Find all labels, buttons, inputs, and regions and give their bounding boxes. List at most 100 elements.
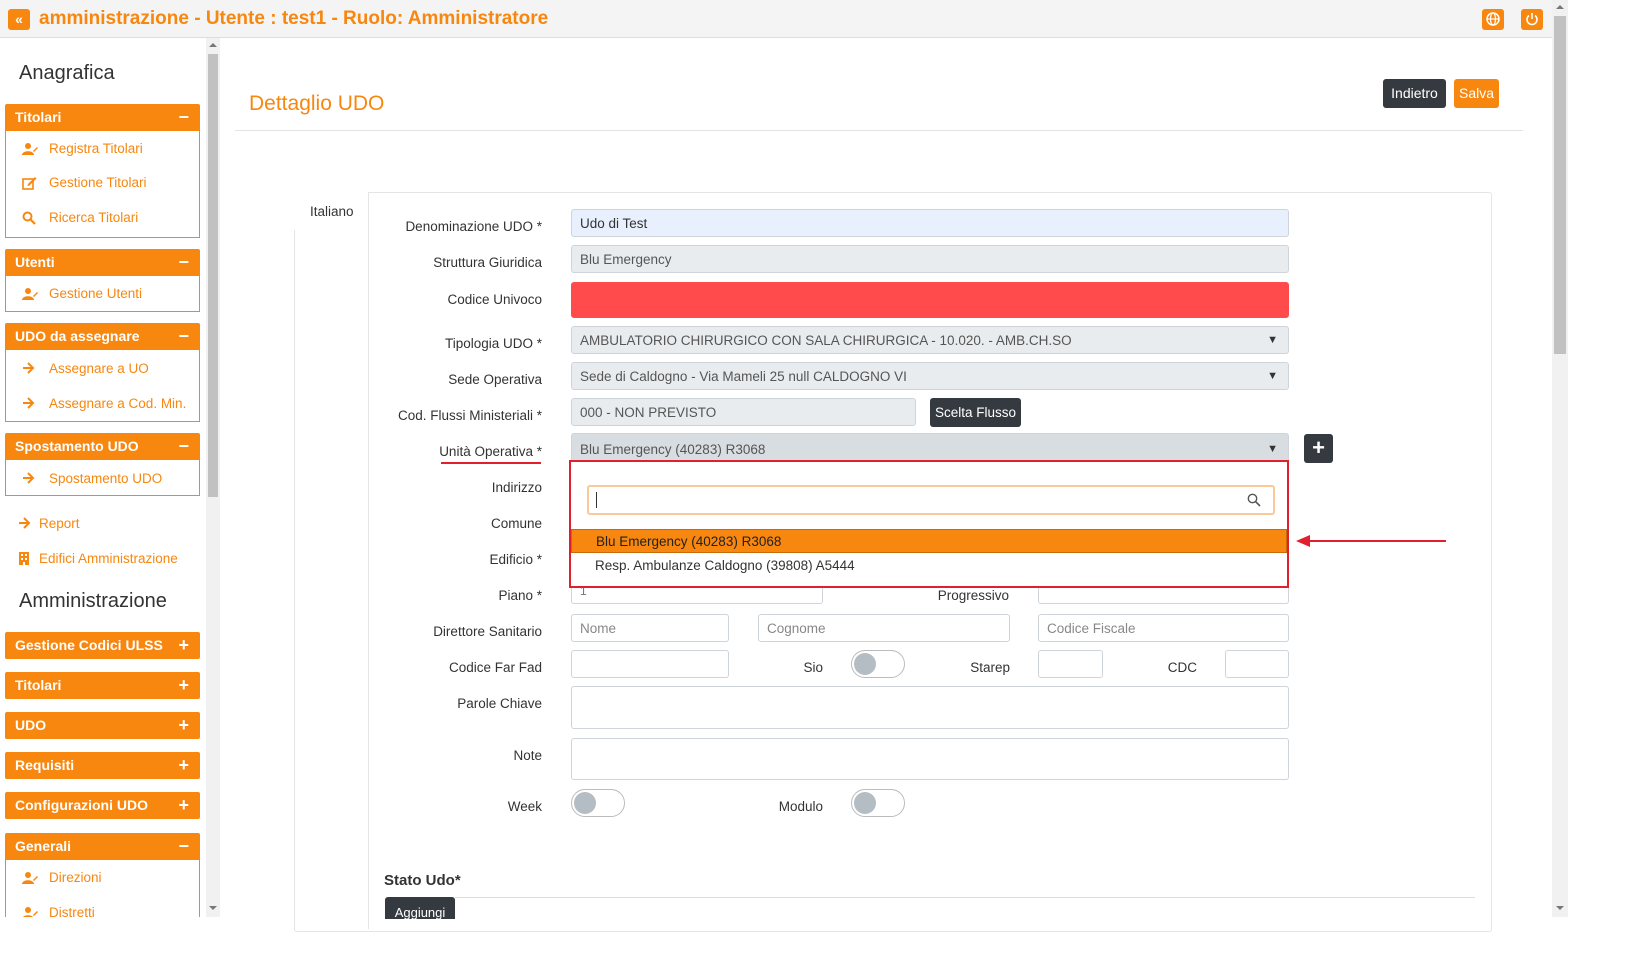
- add-unita-operativa-button[interactable]: +: [1304, 434, 1333, 463]
- panel-label: Requisiti: [15, 757, 75, 773]
- expand-icon: +: [178, 755, 189, 775]
- cdc-input[interactable]: [1225, 650, 1289, 678]
- language-button[interactable]: [1482, 9, 1504, 30]
- label-codice-univoco: Codice Univoco: [447, 292, 542, 307]
- scelta-flusso-button[interactable]: Scelta Flusso: [930, 398, 1021, 427]
- user-edit-icon: [22, 907, 38, 917]
- panel-gestione-codici-ulss-header[interactable]: Gestione Codici ULSS +: [5, 632, 200, 659]
- back-button[interactable]: Indietro: [1383, 79, 1446, 108]
- label-note: Note: [513, 748, 542, 763]
- building-icon: [19, 552, 29, 565]
- caret-down-icon: ▼: [1267, 334, 1278, 346]
- label-struttura: Struttura Giuridica: [433, 255, 542, 270]
- expand-icon: +: [178, 715, 189, 735]
- collapse-icon: −: [178, 326, 189, 346]
- scroll-up-icon[interactable]: [209, 43, 217, 47]
- user-edit-icon: [22, 143, 38, 155]
- label-flussi: Cod. Flussi Ministeriali *: [397, 408, 542, 423]
- label-direttore: Direttore Sanitario: [433, 624, 542, 639]
- toggle-knob: [574, 792, 596, 814]
- sio-toggle[interactable]: [851, 650, 905, 678]
- starep-input[interactable]: [1038, 650, 1103, 678]
- dropdown-option[interactable]: Resp. Ambulanze Caldogno (39808) A5444: [571, 554, 1287, 578]
- arrow-right-icon: [23, 472, 35, 484]
- arrow-right-icon: [19, 517, 31, 529]
- dropdown-option[interactable]: Blu Emergency (40283) R3068: [571, 529, 1287, 553]
- unita-operativa-value: Blu Emergency (40283) R3068: [580, 442, 766, 457]
- sidebar-toggle-button[interactable]: «: [8, 9, 30, 30]
- page-title: Dettaglio UDO: [249, 92, 385, 115]
- stato-table-border: [455, 897, 1475, 898]
- expand-icon: +: [178, 795, 189, 815]
- logout-button[interactable]: [1521, 9, 1543, 30]
- denominazione-input[interactable]: Udo di Test: [571, 209, 1289, 237]
- sidebar-scrollbar[interactable]: [206, 38, 220, 917]
- sidebar: Anagrafica Titolari − Registra Titolari …: [0, 38, 206, 917]
- panel-udo-da-assegnare-header[interactable]: UDO da assegnare −: [5, 323, 200, 350]
- placeholder: Cognome: [767, 621, 826, 636]
- parole-chiave-textarea[interactable]: [571, 686, 1289, 729]
- direttore-cf-input[interactable]: Codice Fiscale: [1038, 614, 1289, 642]
- panel-label: UDO da assegnare: [15, 328, 140, 344]
- panel-titolari-admin-header[interactable]: Titolari +: [5, 672, 200, 699]
- week-toggle[interactable]: [571, 789, 625, 817]
- sede-value: Sede di Caldogno - Via Mameli 25 null CA…: [580, 369, 907, 384]
- panel-spostamento-udo-header[interactable]: Spostamento UDO −: [5, 433, 200, 460]
- label-denominazione: Denominazione UDO *: [405, 219, 542, 234]
- panel-requisiti-header[interactable]: Requisiti +: [5, 752, 200, 779]
- caret-down-icon: ▼: [1267, 443, 1278, 455]
- tipologia-select[interactable]: AMBULATORIO CHIRURGICO CON SALA CHIRURGI…: [571, 326, 1289, 354]
- caret-down-icon: ▼: [1267, 370, 1278, 382]
- direttore-cognome-input[interactable]: Cognome: [758, 614, 1010, 642]
- label-edificio: Edificio *: [489, 552, 542, 567]
- codice-far-fad-input[interactable]: [571, 650, 729, 678]
- collapse-icon: −: [178, 436, 189, 456]
- panel-configurazioni-udo-header[interactable]: Configurazioni UDO +: [5, 792, 200, 819]
- plus-icon: +: [1312, 435, 1325, 460]
- scroll-up-icon[interactable]: [1556, 5, 1564, 9]
- progressivo-input[interactable]: [1038, 586, 1289, 604]
- codice-univoco-input[interactable]: [571, 282, 1289, 318]
- user-edit-icon: [22, 872, 38, 884]
- label-starep: Starep: [970, 660, 1010, 675]
- section-anagrafica: Anagrafica: [19, 62, 115, 84]
- user-edit-icon: [22, 288, 38, 300]
- modulo-toggle[interactable]: [851, 789, 905, 817]
- tipologia-value: AMBULATORIO CHIRURGICO CON SALA CHIRURGI…: [580, 333, 1072, 348]
- add-stato-button[interactable]: Aggiungi: [385, 897, 455, 920]
- panel-label: Gestione Codici ULSS: [15, 637, 163, 653]
- search-icon: [22, 211, 36, 225]
- scroll-down-icon[interactable]: [1556, 906, 1564, 910]
- label-codice-far-fad: Codice Far Fad: [448, 660, 542, 675]
- sede-select[interactable]: Sede di Caldogno - Via Mameli 25 null CA…: [571, 362, 1289, 390]
- arrow-right-icon: [23, 397, 35, 409]
- sidebar-scroll-thumb[interactable]: [208, 54, 218, 497]
- tab-italiano[interactable]: Italiano: [294, 192, 369, 230]
- annotation-arrow-icon: [1296, 535, 1310, 547]
- unita-operativa-select[interactable]: Blu Emergency (40283) R3068 ▼: [571, 433, 1289, 463]
- label-underline: [441, 462, 541, 464]
- arrow-right-icon: [23, 362, 35, 374]
- panel-generali-header[interactable]: Generali −: [5, 833, 200, 860]
- note-textarea[interactable]: [571, 738, 1289, 780]
- top-bar: « amministrazione - Utente : test1 - Ruo…: [0, 0, 1568, 38]
- expand-icon: +: [178, 635, 189, 655]
- panel-titolari-header[interactable]: Titolari −: [5, 104, 200, 131]
- panel-udo-header[interactable]: UDO +: [5, 712, 200, 739]
- save-button[interactable]: Salva: [1454, 79, 1499, 108]
- panel-label: Titolari: [15, 109, 62, 125]
- collapse-icon: −: [178, 252, 189, 272]
- direttore-nome-input[interactable]: Nome: [571, 614, 729, 642]
- expand-icon: +: [178, 675, 189, 695]
- label-sio: Sio: [803, 660, 823, 675]
- toggle-knob: [854, 792, 876, 814]
- text-cursor: [596, 492, 597, 508]
- scroll-down-icon[interactable]: [209, 906, 217, 910]
- piano-input[interactable]: 1: [571, 586, 823, 604]
- dropdown-search-input[interactable]: [587, 485, 1275, 515]
- label-comune: Comune: [490, 516, 542, 531]
- panel-utenti-header[interactable]: Utenti −: [5, 249, 200, 276]
- page-scroll-thumb[interactable]: [1554, 16, 1566, 354]
- page-scrollbar[interactable]: [1552, 0, 1568, 917]
- label-cdc: CDC: [1167, 660, 1197, 675]
